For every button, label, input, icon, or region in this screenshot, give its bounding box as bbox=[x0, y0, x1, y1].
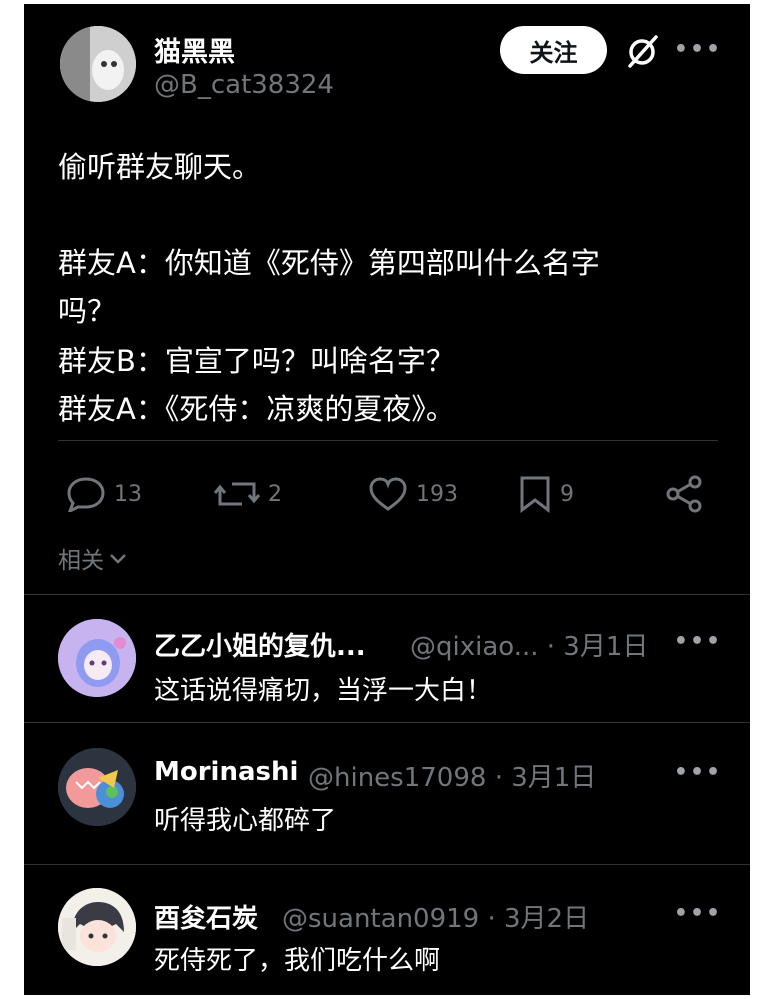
reply-avatar[interactable] bbox=[58, 888, 136, 966]
related-toggle[interactable]: 相关 bbox=[58, 541, 128, 575]
more-options-icon[interactable]: ••• bbox=[674, 34, 720, 64]
heart-icon bbox=[369, 477, 407, 511]
post-text-line: 群友A：你知道《死侍》第四部叫什么名字 bbox=[58, 246, 600, 280]
reply-divider bbox=[24, 864, 750, 865]
share-action[interactable] bbox=[664, 474, 712, 514]
repost-action[interactable]: 2 bbox=[214, 474, 282, 514]
reply-avatar[interactable] bbox=[58, 748, 136, 826]
reply-divider bbox=[24, 722, 750, 723]
reply-more-icon[interactable]: ••• bbox=[674, 898, 720, 928]
bookmark-action[interactable]: 9 bbox=[518, 474, 574, 514]
bookmark-count: 9 bbox=[560, 481, 574, 507]
reply-icon bbox=[67, 477, 105, 512]
author-handle[interactable]: @B_cat38324 bbox=[154, 70, 334, 100]
share-icon bbox=[666, 475, 702, 513]
reply-text: 死侍死了，我们吃什么啊 bbox=[154, 946, 441, 976]
follow-button[interactable]: 关注 bbox=[500, 26, 607, 74]
reply-text: 听得我心都碎了 bbox=[154, 806, 337, 836]
tweet-detail-screen: 猫黑黑 @B_cat38324 关注 ••• 偷听群友聊天。 群友A：你知道《死… bbox=[24, 4, 750, 995]
post-text-line: 群友A：《死侍：凉爽的夏夜》。 bbox=[58, 392, 455, 426]
reply-author-name[interactable]: Morinashi bbox=[154, 757, 298, 787]
bookmark-icon bbox=[520, 476, 550, 513]
grok-icon[interactable] bbox=[624, 32, 662, 70]
reply-author-name[interactable]: 酉夋石炭 bbox=[154, 898, 258, 935]
reply-more-icon[interactable]: ••• bbox=[674, 626, 720, 656]
repost-count: 2 bbox=[268, 481, 282, 507]
reply-action[interactable]: 13 bbox=[66, 474, 142, 514]
chevron-down-icon bbox=[110, 554, 126, 564]
reply-text: 这话说得痛切，当浮一大白！ bbox=[154, 676, 493, 706]
reply-meta[interactable]: @qixiao... · 3月1日 bbox=[410, 626, 648, 663]
reply-author-name[interactable]: 乙乙小姐的复仇... bbox=[154, 626, 366, 663]
related-label: 相关 bbox=[58, 548, 104, 574]
reply-avatar[interactable] bbox=[58, 619, 136, 697]
reply-meta[interactable]: @suantan0919 · 3月2日 bbox=[282, 898, 589, 935]
reply-count: 13 bbox=[114, 481, 142, 507]
author-name[interactable]: 猫黑黑 bbox=[154, 30, 235, 69]
post-text-line: 群友B：官宣了吗？叫啥名字？ bbox=[58, 344, 455, 378]
post-text-line: 偷听群友聊天。 bbox=[58, 150, 262, 184]
repost-icon bbox=[214, 482, 260, 506]
like-action[interactable]: 193 bbox=[368, 474, 458, 514]
post-text-line: 吗？ bbox=[58, 294, 117, 328]
post-divider bbox=[58, 440, 718, 441]
reply-more-icon[interactable]: ••• bbox=[674, 757, 720, 787]
like-count: 193 bbox=[416, 481, 458, 507]
reply-meta[interactable]: @hines17098 · 3月1日 bbox=[308, 757, 596, 794]
author-avatar[interactable] bbox=[60, 26, 136, 102]
section-divider bbox=[24, 594, 750, 595]
